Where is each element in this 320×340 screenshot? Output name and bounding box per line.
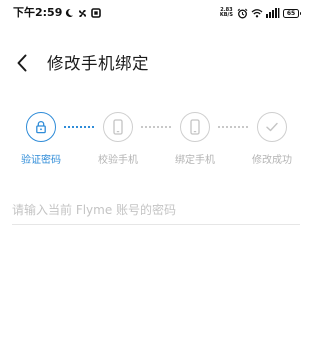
battery-level: 65	[286, 9, 296, 17]
battery-icon: 65	[283, 8, 301, 18]
step-label-verify-password: 验证密码	[21, 155, 61, 166]
check-icon	[266, 122, 278, 132]
step-label-success: 修改成功	[252, 155, 292, 166]
status-bar: 下午2:59 2.83 KB/S 65	[0, 0, 311, 26]
back-arrow-icon	[17, 54, 27, 72]
step-bind-phone	[180, 112, 210, 142]
status-system-icons: 2.83 KB/S 65	[220, 6, 301, 20]
network-speed: 2.83 KB/S	[220, 8, 233, 18]
step-connector-2	[141, 126, 171, 128]
cellular-signal-icon	[266, 8, 280, 18]
step-success	[257, 112, 287, 142]
step-check-phone	[103, 112, 133, 142]
step-label-bind-phone: 绑定手机	[175, 155, 215, 166]
app-notification-icon	[91, 8, 101, 18]
progress-stepper: 验证密码 校验手机 绑定手机 修改成功	[0, 108, 311, 178]
network-speed-unit: KB/S	[219, 12, 233, 18]
step-label-check-phone: 校验手机	[98, 155, 138, 166]
phone-icon	[113, 119, 123, 135]
pinwheel-icon	[78, 9, 87, 17]
step-connector-3	[218, 126, 248, 128]
status-time: 下午2:59	[13, 6, 63, 19]
step-connector-1	[64, 126, 94, 128]
alarm-icon	[237, 8, 248, 18]
page-title: 修改手机绑定	[47, 54, 149, 73]
status-notification-icons	[64, 6, 101, 20]
password-input[interactable]	[12, 195, 300, 225]
moon-icon	[65, 8, 73, 17]
step-verify-password	[26, 112, 56, 142]
header: 修改手机绑定	[0, 44, 311, 84]
lock-icon	[36, 121, 46, 134]
wifi-icon	[251, 9, 263, 18]
phone-icon	[190, 119, 200, 135]
back-button[interactable]	[12, 52, 32, 74]
